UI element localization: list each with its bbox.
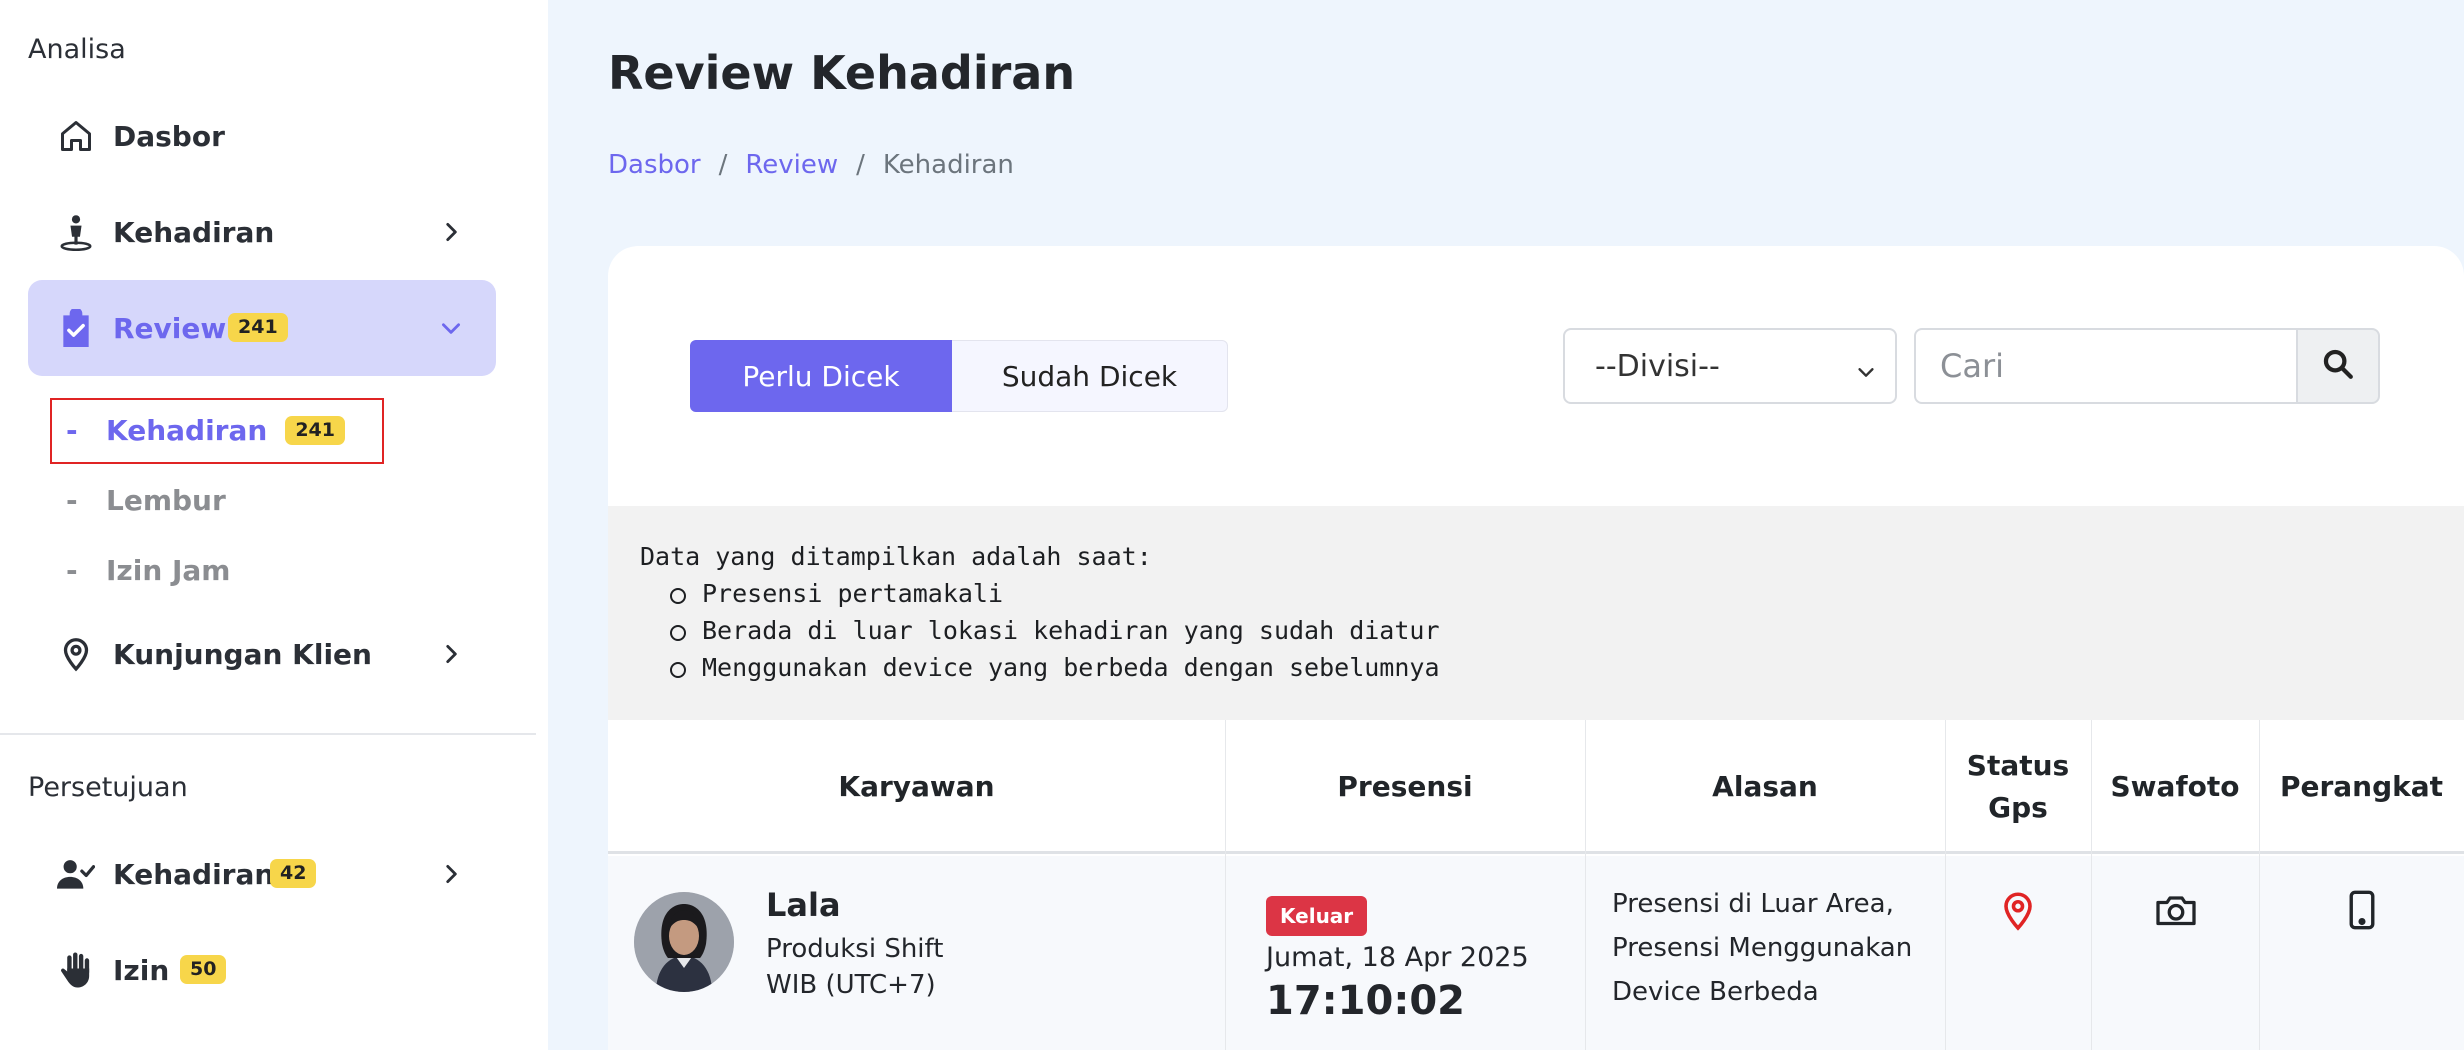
breadcrumb-review[interactable]: Review xyxy=(745,150,838,180)
column-divider xyxy=(2091,720,2092,1050)
tab-sudah-dicek[interactable]: Sudah Dicek xyxy=(952,340,1228,412)
map-pin-icon xyxy=(56,634,96,674)
column-header-perangkat[interactable]: Perangkat xyxy=(2259,720,2464,854)
search-button[interactable] xyxy=(2296,328,2380,404)
user-check-icon xyxy=(56,854,96,894)
perangkat-button[interactable] xyxy=(2340,890,2384,934)
sidebar-item-approval-kehadiran[interactable]: Kehadiran 42 xyxy=(28,826,496,922)
sidebar-item-label: Izin xyxy=(113,953,170,987)
swafoto-button[interactable] xyxy=(2154,890,2198,934)
search-input[interactable] xyxy=(1914,328,2296,404)
highlight-box xyxy=(50,398,384,464)
sidebar-item-kehadiran[interactable]: Kehadiran xyxy=(28,184,496,280)
search-icon xyxy=(2321,347,2355,385)
breadcrumb-separator: / xyxy=(718,150,728,180)
hand-icon xyxy=(56,950,96,990)
breadcrumb-dasbor[interactable]: Dasbor xyxy=(608,150,701,180)
home-icon xyxy=(56,116,96,156)
review-count-badge: 241 xyxy=(228,313,288,342)
employee-timezone: WIB (UTC+7) xyxy=(766,970,936,1000)
sidebar-subitem-lembur[interactable]: - Lembur xyxy=(50,468,226,532)
breadcrumb-separator: / xyxy=(856,150,865,180)
column-header-status-gps[interactable]: Status Gps xyxy=(1945,720,2091,854)
sub-dash: - xyxy=(66,553,78,587)
chevron-right-icon xyxy=(436,639,466,669)
check-status-toggle: Perlu Dicek Sudah Dicek xyxy=(690,340,1228,412)
info-point: Presensi pertamakali xyxy=(670,579,2464,608)
column-divider xyxy=(1585,720,1586,1050)
sidebar-item-kunjungan-klien[interactable]: Kunjungan Klien xyxy=(28,606,496,702)
review-card: Perlu Dicek Sudah Dicek --Divisi-- Data … xyxy=(608,246,2464,1050)
section-title-analisa: Analisa xyxy=(28,34,126,65)
sub-label: Izin Jam xyxy=(106,553,231,587)
column-header-swafoto[interactable]: Swafoto xyxy=(2091,720,2259,854)
sidebar-item-izin[interactable]: Izin 50 xyxy=(28,922,496,1018)
page-title: Review Kehadiran xyxy=(608,46,1076,100)
info-point: Menggunakan device yang berbeda dengan s… xyxy=(670,653,2464,682)
breadcrumb: Dasbor / Review / Kehadiran xyxy=(608,150,1014,180)
section-title-persetujuan: Persetujuan xyxy=(28,772,188,803)
sidebar-item-dasbor[interactable]: Dasbor xyxy=(28,88,496,184)
chevron-down-icon xyxy=(436,313,466,343)
table-row[interactable]: Lala Produksi Shift WIB (UTC+7) Keluar J… xyxy=(608,856,2464,1050)
presence-date: Jumat, 18 Apr 2025 xyxy=(1266,942,1529,973)
map-pin-icon xyxy=(2000,889,2036,935)
column-header-karyawan[interactable]: Karyawan xyxy=(608,720,1225,854)
chevron-right-icon xyxy=(436,859,466,889)
breadcrumb-current: Kehadiran xyxy=(882,150,1014,180)
sidebar-divider xyxy=(0,733,536,735)
sidebar-item-label: Dasbor xyxy=(113,119,225,153)
sidebar-item-label: Kunjungan Klien xyxy=(113,637,372,671)
sub-dash: - xyxy=(66,483,78,517)
chevron-down-icon xyxy=(1855,356,1877,391)
sidebar-item-label: Review xyxy=(113,311,227,345)
presence-time: 17:10:02 xyxy=(1266,978,1465,1024)
column-divider xyxy=(1945,720,1946,1050)
clipboard-check-icon xyxy=(56,308,96,348)
izin-count-badge: 50 xyxy=(180,955,227,984)
sub-label: Lembur xyxy=(106,483,226,517)
sidebar-item-label: Kehadiran xyxy=(113,857,275,891)
column-header-alasan[interactable]: Alasan xyxy=(1585,720,1945,854)
division-select-value: --Divisi-- xyxy=(1595,348,1720,384)
chevron-right-icon xyxy=(436,217,466,247)
column-divider xyxy=(1225,720,1226,1050)
approval-kehadiran-badge: 42 xyxy=(270,859,317,888)
employee-name: Lala xyxy=(766,886,841,924)
tab-perlu-dicek[interactable]: Perlu Dicek xyxy=(690,340,952,412)
camera-icon xyxy=(2155,892,2197,932)
status-badge: Keluar xyxy=(1266,896,1368,936)
person-pin-icon xyxy=(56,212,96,252)
avatar xyxy=(634,892,734,992)
table-header: Karyawan Presensi Alasan Status Gps Swaf… xyxy=(608,720,2464,854)
info-point: Berada di luar lokasi kehadiran yang sud… xyxy=(670,616,2464,645)
column-header-presensi[interactable]: Presensi xyxy=(1225,720,1585,854)
mobile-icon xyxy=(2348,890,2376,934)
info-list: Presensi pertamakali Berada di luar loka… xyxy=(640,579,2464,682)
sidebar-item-review[interactable]: Review 241 xyxy=(28,280,496,376)
gps-status-button[interactable] xyxy=(1996,890,2040,934)
info-panel: Data yang ditampilkan adalah saat: Prese… xyxy=(608,506,2464,720)
sidebar-subitem-izin-jam[interactable]: - Izin Jam xyxy=(50,538,230,602)
column-divider xyxy=(2259,720,2260,1050)
sidebar-item-label: Kehadiran xyxy=(113,215,275,249)
employee-department: Produksi Shift xyxy=(766,934,944,964)
division-select[interactable]: --Divisi-- xyxy=(1563,328,1897,404)
info-heading: Data yang ditampilkan adalah saat: xyxy=(640,542,1152,571)
sidebar: Analisa Dasbor Kehadiran Review 241 - Ke… xyxy=(0,0,548,1050)
presence-reason: Presensi di Luar Area, Presensi Mengguna… xyxy=(1612,889,1913,1007)
